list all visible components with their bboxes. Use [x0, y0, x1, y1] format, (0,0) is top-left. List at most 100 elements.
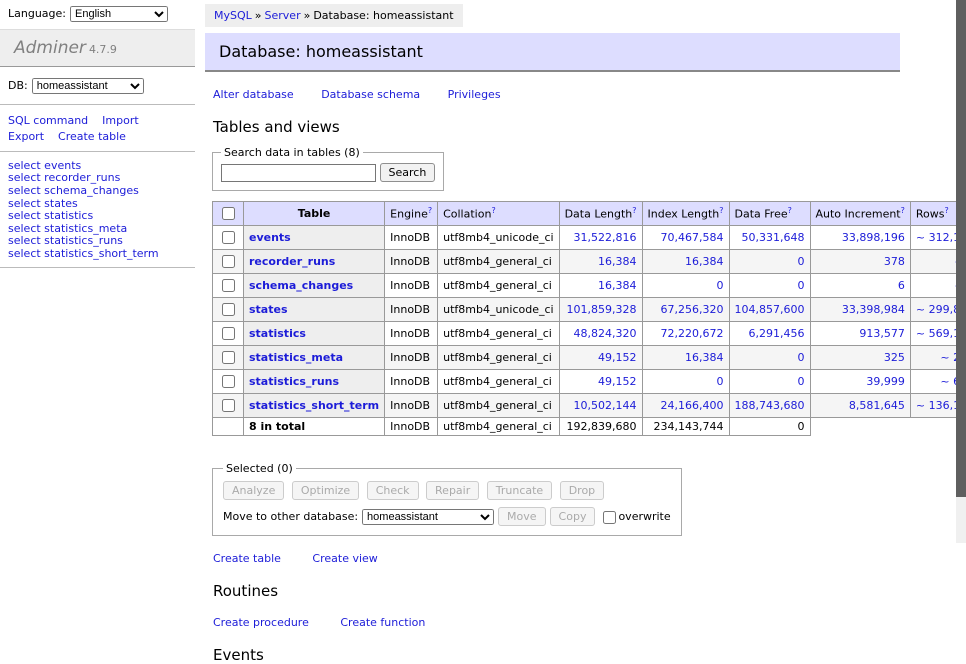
data-length-link[interactable]: 48,824,320 [574, 327, 637, 340]
index-length-link[interactable]: 72,220,672 [661, 327, 724, 340]
sidebar-sql-command-link[interactable]: SQL command [8, 114, 88, 127]
table-name-link[interactable]: schema_changes [249, 279, 353, 292]
data-length-link[interactable]: 10,502,144 [574, 399, 637, 412]
table-row: statistics_runs InnoDB utf8mb4_general_c… [213, 370, 966, 394]
table-name-link[interactable]: statistics_short_term [249, 399, 379, 412]
app-name[interactable]: Adminer [14, 38, 86, 58]
index-length-link[interactable]: 0 [717, 375, 724, 388]
totals-index-length: 234,143,744 [642, 418, 729, 436]
db-select[interactable]: homeassistant [32, 78, 144, 94]
scrollbar-thumb[interactable] [956, 0, 966, 497]
index-length-link[interactable]: 24,166,400 [661, 399, 724, 412]
row-checkbox[interactable] [222, 327, 235, 340]
database-schema-link[interactable]: Database schema [321, 88, 420, 101]
totals-engine: InnoDB [385, 418, 438, 436]
data-free-link[interactable]: 104,857,600 [735, 303, 805, 316]
row-checkbox[interactable] [222, 255, 235, 268]
row-checkbox[interactable] [222, 375, 235, 388]
search-button[interactable]: Search [380, 163, 436, 182]
alter-database-link[interactable]: Alter database [213, 88, 294, 101]
row-checkbox[interactable] [222, 351, 235, 364]
data-length-link[interactable]: 31,522,816 [574, 231, 637, 244]
data-free-link[interactable]: 0 [798, 351, 805, 364]
table-name-link[interactable]: recorder_runs [249, 255, 335, 268]
select-all-checkbox[interactable] [222, 207, 235, 220]
data-free-link[interactable]: 0 [798, 279, 805, 292]
vertical-scrollbar[interactable] [956, 0, 966, 543]
engine-cell: InnoDB [385, 346, 438, 370]
index-length-link[interactable]: 0 [717, 279, 724, 292]
check-button[interactable]: Check [367, 481, 419, 500]
data-free-link[interactable]: 6,291,456 [749, 327, 805, 340]
table-row: statistics_meta InnoDB utf8mb4_general_c… [213, 346, 966, 370]
copy-button[interactable]: Copy [550, 507, 596, 526]
breadcrumb-server-link[interactable]: Server [265, 9, 301, 22]
create-procedure-link[interactable]: Create procedure [213, 616, 309, 629]
index-length-link[interactable]: 16,384 [685, 255, 724, 268]
data-free-link[interactable]: 50,331,648 [742, 231, 805, 244]
engine-help-link[interactable]: ? [428, 206, 432, 215]
row-checkbox[interactable] [222, 231, 235, 244]
create-view-link[interactable]: Create view [312, 552, 377, 565]
data-length-cell: 10,502,144 [559, 394, 642, 418]
data-length-help-link[interactable]: ? [632, 206, 636, 215]
move-button[interactable]: Move [498, 507, 546, 526]
optimize-button[interactable]: Optimize [292, 481, 359, 500]
sidebar-import-link[interactable]: Import [102, 114, 139, 127]
auto-increment-link[interactable]: 33,398,984 [842, 303, 905, 316]
table-name-link[interactable]: events [249, 231, 291, 244]
table-name-link[interactable]: statistics [249, 327, 306, 340]
data-free-link[interactable]: 188,743,680 [735, 399, 805, 412]
auto-increment-link[interactable]: 33,898,196 [842, 231, 905, 244]
table-name-link[interactable]: statistics_meta [249, 351, 343, 364]
sidebar-select-statistics-short-term[interactable]: select statistics_short_term [8, 248, 187, 261]
breadcrumb-mysql-link[interactable]: MySQL [214, 9, 252, 22]
move-database-select[interactable]: homeassistant [362, 509, 494, 525]
privileges-link[interactable]: Privileges [448, 88, 501, 101]
create-table-link[interactable]: Create table [213, 552, 281, 565]
auto-increment-link[interactable]: 325 [884, 351, 905, 364]
sidebar-create-table-link[interactable]: Create table [58, 130, 126, 143]
search-input[interactable] [221, 164, 376, 182]
col-header-index-length: Index Length? [642, 202, 729, 226]
sidebar-select-schema-changes[interactable]: select schema_changes [8, 185, 187, 198]
auto-increment-link[interactable]: 6 [898, 279, 905, 292]
truncate-button[interactable]: Truncate [487, 481, 552, 500]
data-length-link[interactable]: 101,859,328 [567, 303, 637, 316]
data-length-link[interactable]: 16,384 [598, 279, 637, 292]
index-length-link[interactable]: 16,384 [685, 351, 724, 364]
collation-cell: utf8mb4_general_ci [438, 370, 559, 394]
auto-increment-link[interactable]: 39,999 [866, 375, 905, 388]
analyze-button[interactable]: Analyze [223, 481, 284, 500]
table-name-link[interactable]: statistics_runs [249, 375, 339, 388]
auto-increment-help-link[interactable]: ? [901, 206, 905, 215]
table-name-link[interactable]: states [249, 303, 288, 316]
language-select[interactable]: English [70, 6, 168, 22]
auto-increment-link[interactable]: 378 [884, 255, 905, 268]
row-checkbox[interactable] [222, 303, 235, 316]
data-free-link[interactable]: 0 [798, 255, 805, 268]
row-checkbox[interactable] [222, 279, 235, 292]
repair-button[interactable]: Repair [426, 481, 479, 500]
create-function-link[interactable]: Create function [340, 616, 425, 629]
collation-help-link[interactable]: ? [491, 206, 495, 215]
data-length-link[interactable]: 49,152 [598, 375, 637, 388]
auto-increment-link[interactable]: 913,577 [859, 327, 905, 340]
overwrite-checkbox[interactable] [603, 511, 616, 524]
data-length-link[interactable]: 16,384 [598, 255, 637, 268]
col-header-collation: Collation? [438, 202, 559, 226]
sidebar-export-link[interactable]: Export [8, 130, 44, 143]
index-length-link[interactable]: 67,256,320 [661, 303, 724, 316]
data-free-cell: 0 [729, 250, 810, 274]
data-free-help-link[interactable]: ? [788, 206, 792, 215]
row-checkbox[interactable] [222, 399, 235, 412]
auto-increment-link[interactable]: 8,581,645 [849, 399, 905, 412]
index-length-help-link[interactable]: ? [719, 206, 723, 215]
drop-button[interactable]: Drop [560, 481, 604, 500]
index-length-link[interactable]: 70,467,584 [661, 231, 724, 244]
data-free-link[interactable]: 0 [798, 375, 805, 388]
data-free-cell: 0 [729, 370, 810, 394]
data-length-link[interactable]: 49,152 [598, 351, 637, 364]
rows-help-link[interactable]: ? [944, 206, 948, 215]
sidebar-select-statistics[interactable]: select statistics [8, 210, 187, 223]
